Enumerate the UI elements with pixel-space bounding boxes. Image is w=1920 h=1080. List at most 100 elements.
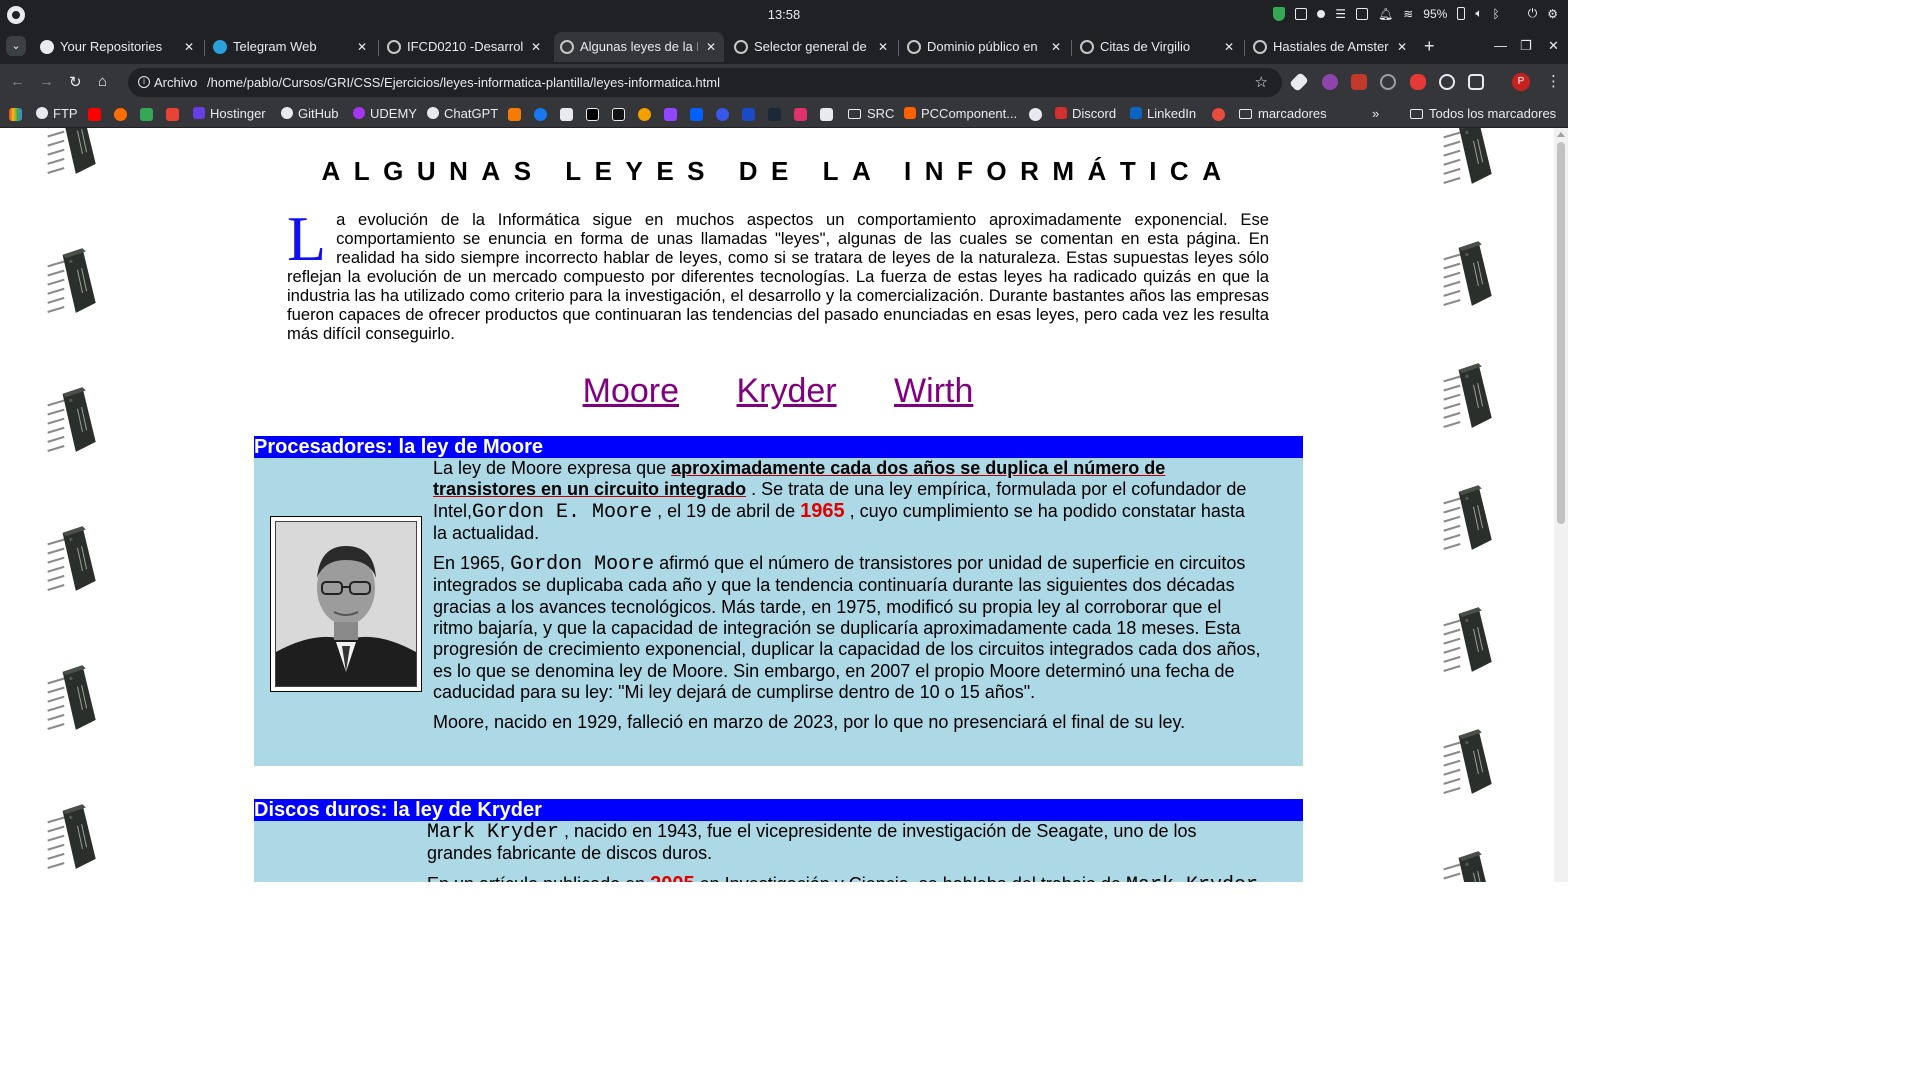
home-button[interactable]: ⌂ <box>98 73 107 90</box>
battery-icon[interactable] <box>1457 7 1466 20</box>
tab-hastiales[interactable]: Hastiales de Amsterdam ✕ <box>1247 32 1415 62</box>
wordpress-icon[interactable] <box>716 108 729 121</box>
moore-paragraph-2: En 1965, Gordon Moore afirmó que el núme… <box>433 553 1261 702</box>
tab-ifcd0210[interactable]: IFCD0210 -Desarrollo ✕ <box>381 32 549 62</box>
menu-list-icon[interactable]: ☰ <box>1335 7 1346 21</box>
tab-algunas-leyes[interactable]: Algunas leyes de la Informática ✕ <box>554 32 724 62</box>
bookmark-icon-9[interactable] <box>612 108 625 121</box>
close-icon[interactable]: ✕ <box>878 32 888 62</box>
settings-icon[interactable]: ⚙ <box>1547 7 1558 21</box>
steam-icon[interactable] <box>768 108 781 121</box>
bookmark-icon-7[interactable] <box>560 108 573 121</box>
tab-selector-general[interactable]: Selector general de ✕ <box>728 32 896 62</box>
youtube-icon[interactable] <box>88 108 101 121</box>
bookmark-folder-src[interactable]: SRC <box>848 106 894 121</box>
screen-icon[interactable] <box>1295 7 1308 20</box>
x-twitter-icon[interactable] <box>586 108 599 121</box>
bell-icon[interactable]: 🔔︎ <box>1378 7 1393 21</box>
bookmark-icon-18[interactable] <box>1029 108 1042 121</box>
purple-extension-icon[interactable] <box>1322 74 1338 90</box>
compass-extension-icon[interactable] <box>1380 74 1396 90</box>
back-button[interactable]: ← <box>10 73 25 90</box>
address-bar[interactable]: i Archivo /home/pablo/Cursos/GRI/CSS/Eje… <box>128 68 1282 97</box>
bookmark-icon-10[interactable] <box>638 108 651 121</box>
profile-avatar[interactable]: P <box>1512 73 1530 91</box>
dropbox-icon[interactable] <box>690 108 703 121</box>
facebook-icon[interactable] <box>534 108 547 121</box>
drive-icon[interactable] <box>140 108 153 121</box>
puzzle-extensions-icon[interactable] <box>1468 74 1484 90</box>
scrollbar-thumb[interactable] <box>1557 142 1565 524</box>
power-icon[interactable]: ⏻ <box>1528 6 1538 21</box>
browser-menu-icon[interactable]: ⋮ <box>1546 72 1561 90</box>
battery-percent[interactable]: 95% <box>1423 7 1447 21</box>
volume-icon[interactable]: 🔈︎ <box>1475 6 1482 21</box>
gear-extension-icon[interactable] <box>1439 74 1455 90</box>
close-icon[interactable]: ✕ <box>531 32 541 62</box>
globe-icon <box>1080 40 1094 54</box>
bookmark-udemy[interactable]: UDEMY <box>353 106 417 121</box>
wifi-icon[interactable]: ≋ <box>1403 7 1413 21</box>
close-icon[interactable]: ✕ <box>706 32 716 62</box>
link-kryder[interactable]: Kryder <box>736 372 836 410</box>
link-wirth[interactable]: Wirth <box>894 372 973 410</box>
bookmark-icon-21[interactable] <box>1212 108 1225 121</box>
ic-chip-icon <box>47 526 96 591</box>
bluetooth-icon[interactable]: ᛒ <box>1493 7 1500 21</box>
bookmark-chatgpt[interactable]: ChatGPT <box>427 106 498 121</box>
tab-dominio-publico[interactable]: Dominio público en ✕ <box>901 32 1069 62</box>
close-icon[interactable]: ✕ <box>1397 32 1407 62</box>
forward-button[interactable]: → <box>39 73 54 90</box>
orange-bookmark-icon[interactable] <box>114 108 127 121</box>
law-links-nav: Moore Kryder Wirth <box>287 372 1269 411</box>
pen-extension-icon[interactable] <box>1289 72 1309 92</box>
ic-chip-icon <box>1443 485 1492 550</box>
bookmark-linkedin[interactable]: LinkedIn <box>1130 106 1196 121</box>
m-bookmark-icon[interactable] <box>508 108 521 121</box>
tab-your-repositories[interactable]: Your Repositories ✕ <box>34 32 202 62</box>
page-scrollbar[interactable] <box>1554 128 1568 882</box>
bookmark-pccomponentes[interactable]: PCComponent... <box>904 106 1017 121</box>
window-close-icon[interactable]: ✕ <box>1548 38 1559 54</box>
bookmark-star-icon[interactable]: ☆ <box>1255 73 1268 91</box>
linkedin-icon <box>1130 107 1142 119</box>
amazon-icon[interactable] <box>820 108 833 121</box>
vpn-shield-icon[interactable] <box>1273 6 1286 21</box>
pccomponentes-icon <box>904 107 916 119</box>
more-bookmarks-button[interactable]: » <box>1372 106 1379 121</box>
minimize-icon[interactable]: — <box>1494 38 1507 53</box>
instagram-icon[interactable] <box>794 108 807 121</box>
close-icon[interactable]: ✕ <box>1051 32 1061 62</box>
bookmark-folder-marcadores[interactable]: marcadores <box>1239 106 1327 121</box>
twitch-icon[interactable] <box>664 108 677 121</box>
tab-telegram[interactable]: Telegram Web ✕ <box>207 32 375 62</box>
tab-label: Telegram Web <box>233 39 317 54</box>
tab-search-button[interactable]: ⌄ <box>6 36 26 56</box>
hand-extension-icon[interactable] <box>1410 74 1426 90</box>
bookmark-discord[interactable]: Discord <box>1055 106 1116 121</box>
new-tab-button[interactable]: + <box>1424 36 1435 57</box>
bookmark-icon-14[interactable] <box>742 108 755 121</box>
close-icon[interactable]: ✕ <box>184 32 194 62</box>
apps-grid-icon[interactable] <box>9 108 22 121</box>
bookmark-ftp[interactable]: FTP <box>36 106 78 121</box>
red-extension-icon[interactable] <box>1351 74 1367 90</box>
gmail-icon[interactable] <box>166 108 179 121</box>
record-dot-icon[interactable] <box>1317 9 1326 18</box>
url-text[interactable]: /home/pablo/Cursos/GRI/CSS/Ejercicios/le… <box>207 75 720 90</box>
tab-citas-virgilio[interactable]: Citas de Virgilio ✕ <box>1074 32 1242 62</box>
restore-icon[interactable]: ❐ <box>1520 38 1532 54</box>
globe-icon <box>560 40 574 54</box>
reload-button[interactable]: ↻ <box>69 73 82 91</box>
site-info-button[interactable]: i Archivo <box>136 73 203 92</box>
close-icon[interactable]: ✕ <box>1224 32 1234 62</box>
close-icon[interactable]: ✕ <box>357 32 367 62</box>
link-moore[interactable]: Moore <box>583 372 679 410</box>
folder-tray-icon[interactable] <box>1356 7 1368 20</box>
bookmark-github[interactable]: GitHub <box>281 106 338 121</box>
scroll-up-icon[interactable] <box>1557 132 1565 137</box>
ic-chip-icon <box>1443 128 1492 184</box>
all-bookmarks-folder[interactable]: Todos los marcadores <box>1410 106 1556 121</box>
bookmark-hostinger[interactable]: Hostinger <box>193 106 266 121</box>
chatgpt-icon <box>427 107 439 119</box>
